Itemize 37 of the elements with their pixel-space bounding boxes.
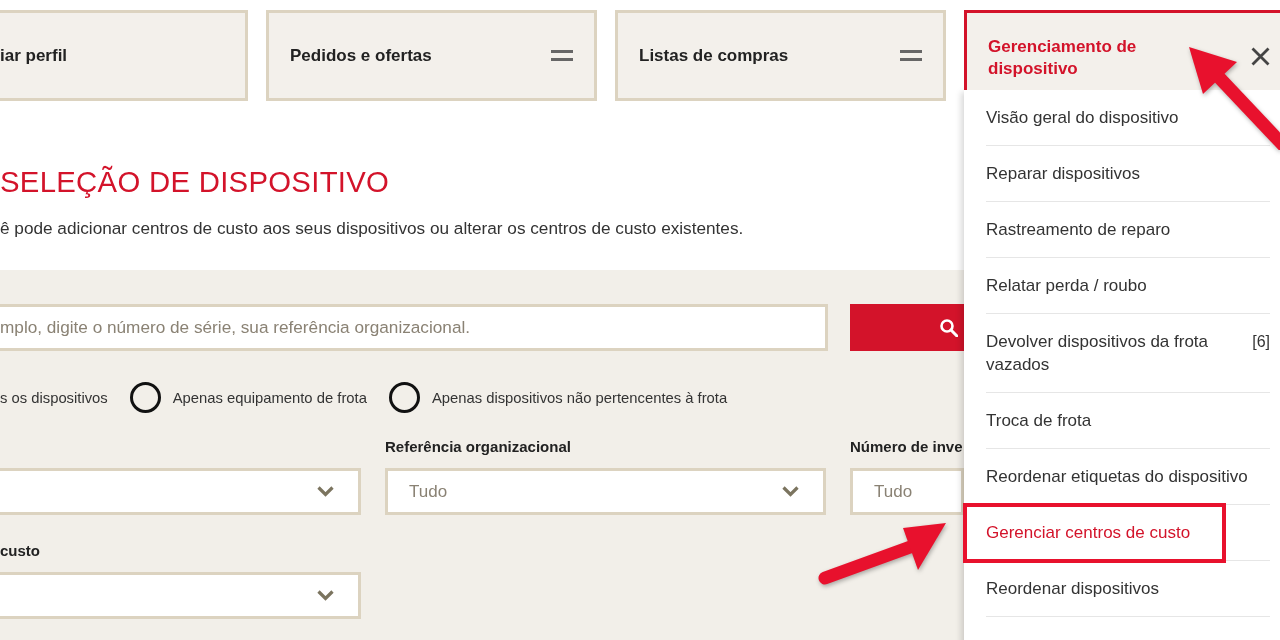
search-field[interactable]: mplo, digite o número de série, sua referência organizacional. [0, 304, 828, 351]
page-title: SELEÇÃO DE DISPOSITIVO [0, 165, 390, 199]
menu-link[interactable]: Reordenar dispositivos [986, 577, 1159, 600]
hamburger-icon [551, 50, 573, 61]
radio-button[interactable] [388, 382, 420, 413]
radio-label: s os dispositivos [0, 388, 108, 407]
radio-label: Apenas dispositivos não pertencentes à frota [431, 388, 728, 407]
page-description: ê pode adicionar centros de custo aos seus dispositivos ou alterar os centros de custo existentes. [0, 218, 744, 238]
menu-link[interactable]: Troca de frota [986, 409, 1092, 432]
radio-label: Apenas equipamento de frota [172, 388, 367, 407]
chevron-down-icon [317, 590, 334, 601]
menu-link[interactable]: Visão geral do dispositivo [986, 106, 1179, 129]
hamburger-icon [900, 50, 922, 61]
search-icon [940, 318, 958, 337]
chevron-down-icon [317, 486, 334, 497]
close-icon[interactable] [1251, 46, 1270, 66]
dropdown-field[interactable] [0, 468, 361, 515]
menu-link[interactable]: Rastreamento de reparo [986, 218, 1171, 241]
menu-link[interactable]: Reparar dispositivos [986, 162, 1140, 185]
field-label: Número de inve [850, 438, 963, 456]
field-label: Referência organizacional [385, 438, 571, 456]
dropdown-field[interactable] [0, 572, 361, 619]
dropdown-header[interactable]: Gerenciamento de dispositivo [964, 10, 1280, 90]
chevron-down-icon [782, 486, 799, 497]
menu-link[interactable]: Relatar perda / roubo [986, 274, 1147, 297]
menu-link[interactable]: Reordenar etiquetas do dispositivo [986, 465, 1248, 488]
menu-link[interactable]: Gerenciar centros de custo [986, 521, 1191, 544]
search-button[interactable] [850, 304, 964, 351]
radio-button[interactable] [129, 382, 161, 413]
item-count: [6] [1252, 332, 1270, 352]
input-field[interactable]: Tudo [850, 468, 964, 515]
menu-link[interactable]: Devolver dispositivos da frota vazados [986, 330, 1233, 376]
dropdown-field[interactable]: Tudo [385, 468, 826, 515]
nav-tab[interactable]: iar perfil [0, 10, 248, 101]
nav-tab[interactable]: Listas de compras [615, 10, 946, 101]
field-label: custo [0, 542, 40, 560]
nav-tab[interactable]: Pedidos e ofertas [266, 10, 597, 101]
